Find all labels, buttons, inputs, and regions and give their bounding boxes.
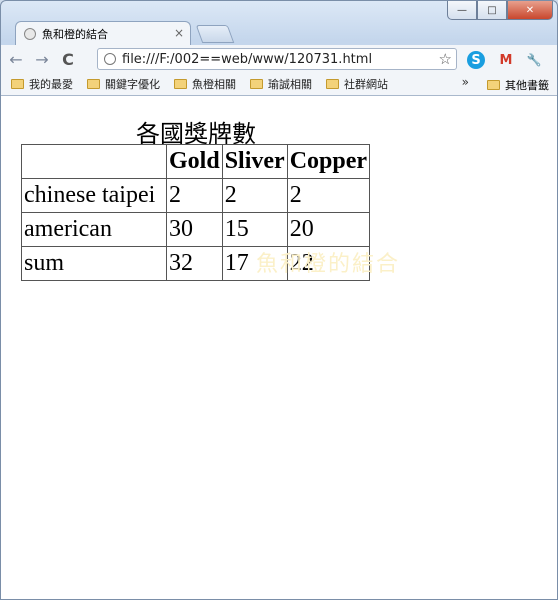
folder-icon [11,79,24,89]
bookmark-label: 關鍵字優化 [105,78,160,91]
tab-title: 魚和橙的結合 [42,27,108,41]
address-bar[interactable]: file:///F:/002==web/www/120731.html ☆ [97,48,457,70]
tab-strip: 魚和橙的結合 × [9,19,557,45]
bookmark-folder[interactable]: 我的最愛 [11,76,73,92]
folder-icon [250,79,263,89]
forward-button[interactable]: → [31,48,53,70]
table-cell: 30 [166,212,223,247]
folder-icon [87,79,100,89]
window-controls: — □ ✕ [447,1,553,20]
page-favicon-icon [24,27,36,40]
folder-icon [487,80,500,90]
bookmarks-bar: 我的最愛 關鍵字優化 魚橙相關 瑜誠相關 社群網站 » 其他書籤 [1,73,557,96]
folder-icon [174,79,187,89]
bookmark-label: 我的最愛 [29,78,73,91]
bookmark-label: 魚橙相關 [192,78,236,91]
other-bookmarks-folder[interactable]: 其他書籤 [487,77,549,93]
bookmark-folder[interactable]: 關鍵字優化 [87,76,160,92]
bookmarks-overflow-button[interactable]: » [462,75,469,89]
page-icon [104,53,116,65]
bookmark-label: 其他書籤 [505,79,549,92]
browser-window: — □ ✕ 魚和橙的結合 × ← → C file:///F:/002==web… [0,0,558,600]
close-window-button[interactable]: ✕ [507,1,553,20]
new-tab-button[interactable] [195,25,235,43]
table-header-row: Gold Sliver Copper [21,144,371,179]
table-header-cell: Sliver [221,144,288,179]
page-content: 各國獎牌數 Gold Sliver Copper chinese taipei … [1,96,557,599]
table-row: american 30 15 20 [21,212,371,247]
table-cell: 2 [221,178,288,213]
table-header-cell: Copper [286,144,371,179]
gmail-icon[interactable]: M [497,51,515,69]
table-cell: 20 [286,212,371,247]
watermark: 魚和橙的結合 [256,252,401,277]
bookmark-star-icon[interactable]: ☆ [439,50,452,68]
url-text: file:///F:/002==web/www/120731.html [122,51,373,67]
bookmark-folder[interactable]: 社群網站 [326,76,388,92]
table-cell: 2 [166,178,223,213]
table-cell: sum [21,246,167,281]
table-cell: 2 [286,178,371,213]
wrench-icon[interactable]: 🔧 [525,51,543,69]
reload-button[interactable]: C [57,48,79,70]
table-cell: chinese taipei [21,178,167,213]
table-row: chinese taipei 2 2 2 [21,178,371,213]
bookmark-folder[interactable]: 魚橙相關 [174,76,236,92]
bookmark-folder[interactable]: 瑜誠相關 [250,76,312,92]
table-header-cell: Gold [166,144,223,179]
table-header-cell [21,144,167,179]
back-button[interactable]: ← [5,48,27,70]
bookmark-label: 社群網站 [344,78,388,91]
minimize-button[interactable]: — [447,1,477,20]
navigation-toolbar: ← → C file:///F:/002==web/www/120731.htm… [1,45,557,73]
bookmark-label: 瑜誠相關 [268,78,312,91]
tab-active[interactable]: 魚和橙的結合 × [15,21,191,45]
skype-icon[interactable]: S [467,51,485,69]
maximize-button[interactable]: □ [477,1,507,20]
table-cell: american [21,212,167,247]
tab-close-icon[interactable]: × [174,26,184,40]
table-cell: 15 [221,212,288,247]
table-cell: 32 [166,246,223,281]
folder-icon [326,79,339,89]
